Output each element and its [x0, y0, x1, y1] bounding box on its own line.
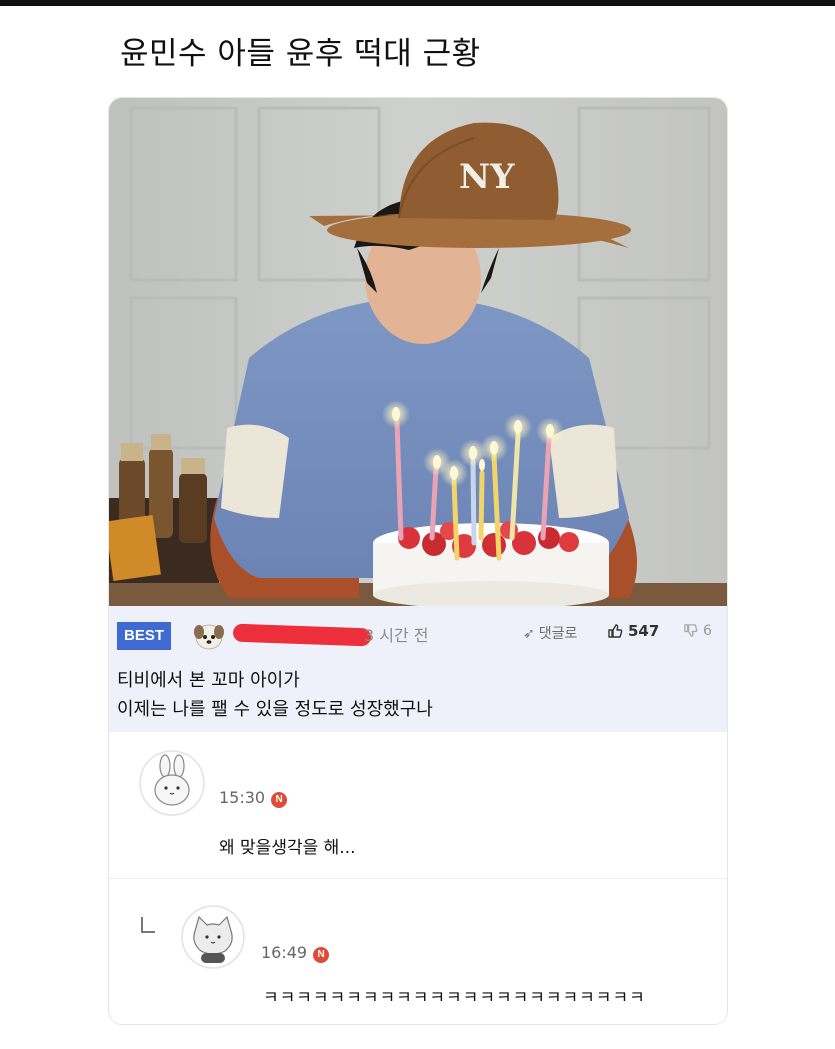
best-badge: BEST	[117, 622, 171, 650]
reply-link-label: 댓글로	[538, 626, 578, 642]
best-comment: BEST 3 시간 전 ➶ 댓글로 547 6 티비에서 본 꼬마 아이가 이제…	[109, 606, 727, 732]
birthday-photo: NY	[109, 98, 727, 606]
dog-avatar-icon[interactable]	[193, 620, 225, 652]
comment-item: 15:30 N 왜 맞을생각을 해...	[109, 732, 727, 879]
comment-time: 15:30 N	[219, 788, 288, 808]
cap-logo: NY	[459, 157, 515, 197]
reply-link[interactable]: ➶ 댓글로	[523, 623, 577, 643]
reply-arrow-icon: ➶	[523, 626, 535, 642]
reply-item: 16:49 N ㅋㅋㅋㅋㅋㅋㅋㅋㅋㅋㅋㅋㅋㅋㅋㅋㅋㅋㅋㅋㅋㅋㅋ	[109, 879, 727, 1023]
redacted-username	[232, 623, 372, 647]
new-badge-icon: N	[271, 792, 288, 808]
reply-text: ㅋㅋㅋㅋㅋㅋㅋㅋㅋㅋㅋㅋㅋㅋㅋㅋㅋㅋㅋㅋㅋㅋㅋ	[263, 988, 646, 1008]
reply-time-label: 16:49	[261, 943, 308, 962]
like-count: 547	[628, 622, 660, 640]
new-badge-icon: N	[313, 947, 330, 963]
post-card: NY BEST 3 시간 전 ➶ 댓글로 547 6 티비에서 본 꼬마 아이가…	[108, 97, 728, 1025]
comment-text: 왜 맞을생각을 해...	[219, 838, 356, 858]
like-button[interactable]: 547	[607, 622, 659, 643]
post-photo[interactable]: NY	[109, 98, 727, 606]
thumbs-down-icon	[683, 623, 698, 642]
best-comment-time: 3 시간 전	[364, 626, 429, 645]
reply-indicator-icon	[141, 917, 155, 933]
best-comment-text: 티비에서 본 꼬마 아이가 이제는 나를 팰 수 있을 정도로 성장했구나	[117, 666, 433, 724]
dislike-count: 6	[703, 623, 712, 639]
thumbs-up-icon	[607, 623, 623, 643]
best-comment-line-2: 이제는 나를 팰 수 있을 정도로 성장했구나	[117, 699, 433, 720]
dislike-button[interactable]: 6	[683, 623, 712, 642]
cat-avatar-icon[interactable]	[181, 905, 245, 969]
best-comment-line-1: 티비에서 본 꼬마 아이가	[117, 670, 300, 691]
reply-time: 16:49 N	[261, 943, 330, 963]
comment-time-label: 15:30	[219, 788, 266, 807]
top-bar	[0, 0, 835, 6]
post-title: 윤민수 아들 윤후 떡대 근황	[120, 36, 481, 72]
rabbit-avatar-icon[interactable]	[139, 750, 205, 816]
